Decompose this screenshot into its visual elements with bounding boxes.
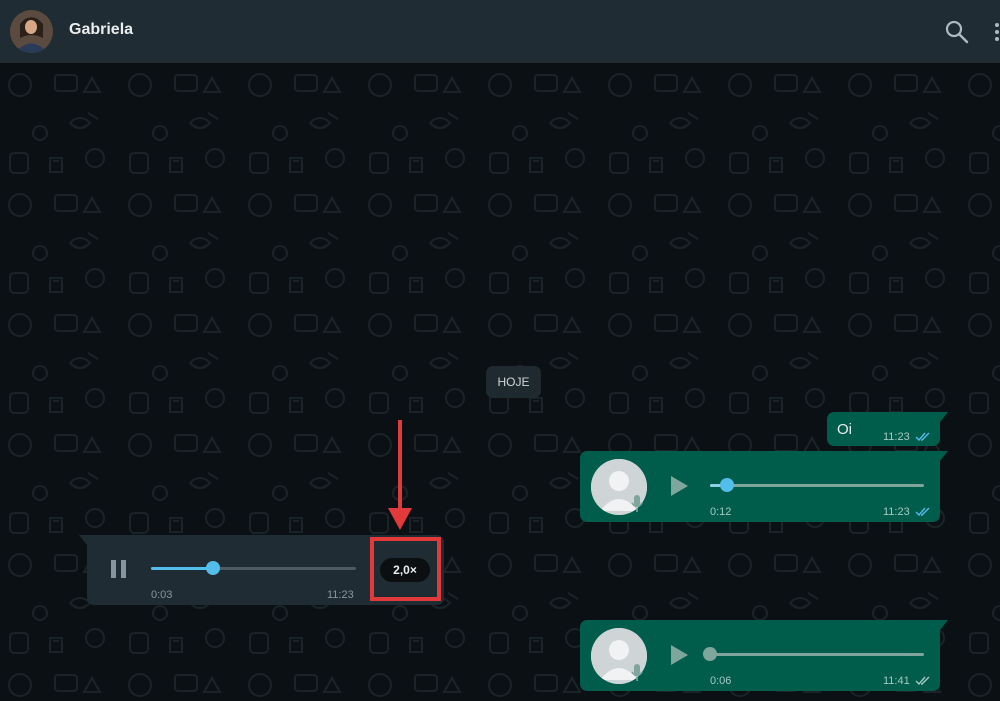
microphone-icon (631, 495, 643, 512)
message-bubble-outgoing-voice[interactable]: 0:12 11:23 (580, 451, 948, 522)
play-icon[interactable] (668, 643, 690, 667)
date-separator-chip: HOJE (486, 366, 541, 398)
contact-avatar[interactable] (10, 10, 53, 53)
menu-icon[interactable] (991, 20, 1000, 44)
pause-icon[interactable] (109, 558, 129, 580)
annotation-highlight-box (370, 537, 441, 601)
annotation-arrow (388, 420, 412, 530)
voice-elapsed: 0:03 (151, 589, 173, 601)
contact-name[interactable]: Gabriela (69, 21, 133, 39)
voice-progress-track[interactable] (703, 647, 924, 661)
read-ticks-icon (915, 432, 930, 442)
play-icon[interactable] (668, 474, 690, 498)
microphone-icon (631, 664, 643, 681)
message-time: 11:23 (327, 589, 354, 601)
message-time: 11:23 (883, 506, 910, 518)
voice-progress-thumb[interactable] (205, 561, 220, 575)
bubble-tail (940, 412, 948, 422)
message-bubble-outgoing-voice[interactable]: 0:06 11:41 (580, 620, 948, 691)
voice-progress-track[interactable] (151, 561, 356, 575)
bubble-tail (940, 620, 948, 630)
chat-header: Gabriela (0, 0, 1000, 63)
delivered-ticks-icon (915, 676, 930, 686)
voice-progress-thumb[interactable] (720, 478, 735, 492)
voice-duration: 0:12 (710, 506, 732, 518)
bubble-tail (940, 451, 948, 461)
voice-progress-thumb[interactable] (703, 647, 717, 661)
message-time: 11:41 (883, 675, 910, 687)
message-bubble-outgoing-text[interactable]: Oi 11:23 (827, 412, 948, 446)
read-ticks-icon (915, 507, 930, 517)
message-text: Oi (837, 421, 852, 438)
voice-duration: 0:06 (710, 675, 732, 687)
bubble-tail (79, 535, 87, 545)
message-time: 11:23 (883, 431, 910, 443)
voice-progress-fill (151, 567, 213, 570)
voice-progress-track[interactable] (710, 478, 924, 492)
search-icon[interactable] (944, 19, 970, 45)
